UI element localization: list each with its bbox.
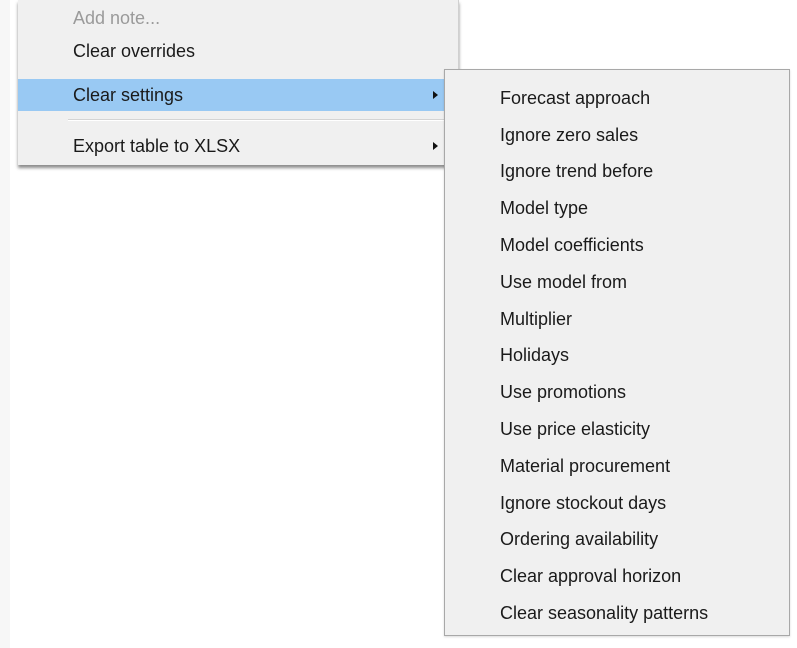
submenu-item-use-promotions[interactable]: Use promotions (445, 374, 789, 411)
menu-item-clear-settings[interactable]: Clear settings (18, 79, 458, 111)
left-edge-strip (0, 0, 10, 648)
menu-item-add-note[interactable]: Add note... (18, 2, 458, 34)
menu-item-label: Clear settings (73, 84, 184, 105)
submenu-item-ordering-availability[interactable]: Ordering availability (445, 522, 789, 559)
menu-item-label: Add note... (73, 7, 161, 28)
submenu-arrow-icon (433, 91, 438, 99)
menu-item-clear-overrides[interactable]: Clear overrides (18, 35, 458, 67)
submenu-item-multiplier[interactable]: Multiplier (445, 301, 789, 338)
submenu-item-holidays[interactable]: Holidays (445, 338, 789, 375)
clear-settings-submenu: Forecast approach Ignore zero sales Igno… (444, 69, 790, 636)
submenu-item-ignore-zero-sales[interactable]: Ignore zero sales (445, 117, 789, 154)
submenu-item-material-procurement[interactable]: Material procurement (445, 448, 789, 485)
submenu-item-forecast-approach[interactable]: Forecast approach (445, 80, 789, 117)
submenu-item-clear-seasonality-patterns[interactable]: Clear seasonality patterns (445, 595, 789, 632)
submenu-item-use-price-elasticity[interactable]: Use price elasticity (445, 411, 789, 448)
submenu-arrow-icon (433, 142, 438, 150)
menu-item-label: Clear overrides (73, 40, 196, 61)
menu-item-label: Export table to XLSX (73, 135, 241, 156)
submenu-item-ignore-trend-before[interactable]: Ignore trend before (445, 154, 789, 191)
submenu-item-use-model-from[interactable]: Use model from (445, 264, 789, 301)
submenu-item-ignore-stockout-days[interactable]: Ignore stockout days (445, 485, 789, 522)
submenu-item-model-coefficients[interactable]: Model coefficients (445, 227, 789, 264)
submenu-item-model-type[interactable]: Model type (445, 190, 789, 227)
menu-separator (68, 119, 454, 121)
submenu-list: Forecast approach Ignore zero sales Igno… (445, 80, 789, 632)
context-menu: Add note... Clear overrides Clear settin… (18, 0, 459, 165)
submenu-item-clear-approval-horizon[interactable]: Clear approval horizon (445, 558, 789, 595)
menu-item-export-xlsx[interactable]: Export table to XLSX (18, 130, 458, 162)
